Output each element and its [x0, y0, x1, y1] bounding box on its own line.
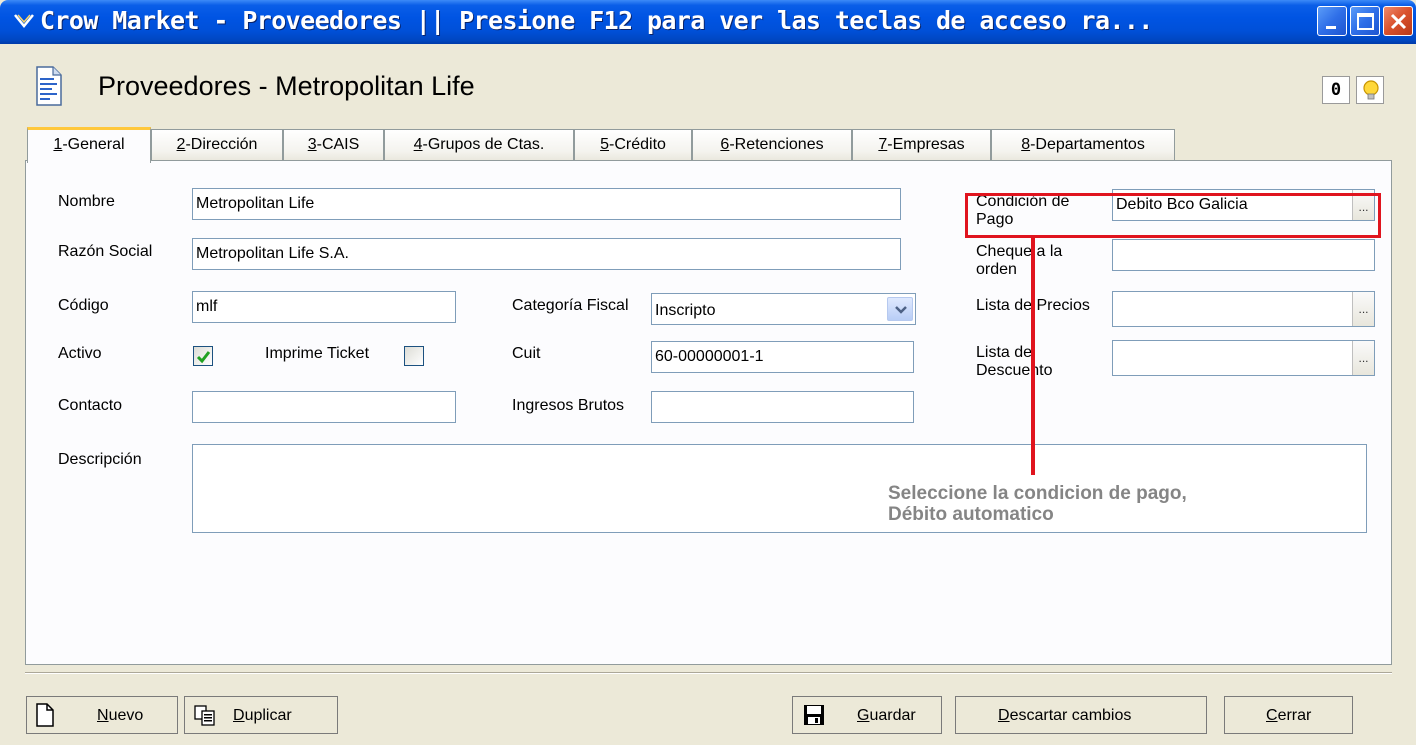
activo-checkbox[interactable] [193, 346, 213, 366]
lista-descuento-field[interactable]: ... [1112, 340, 1375, 376]
imprime-ticket-checkbox[interactable] [404, 346, 424, 366]
cuit-field[interactable]: 60-00000001-1 [651, 341, 914, 373]
codigo-value: mlf [196, 298, 218, 315]
nuevo-key: N [97, 707, 109, 724]
cerrar-button[interactable]: Cerrar [1224, 696, 1353, 734]
lista-descuento-lookup-button[interactable]: ... [1352, 341, 1374, 375]
categoria-fiscal-select[interactable]: Inscripto [651, 293, 916, 325]
maximize-icon [1357, 13, 1374, 30]
tab-label: -Crédito [609, 136, 666, 153]
tab-label: -Retenciones [729, 136, 824, 153]
tab-key: 5 [600, 136, 609, 153]
guardar-label: uardar [869, 707, 916, 724]
tab-retenciones[interactable]: 6-Retenciones [692, 129, 852, 161]
imprime-ticket-label: Imprime Ticket [265, 345, 370, 362]
cuit-value: 60-00000001-1 [655, 348, 764, 365]
annotation-pointer-line [1031, 238, 1035, 475]
tab-label: -CAIS [316, 136, 360, 153]
close-icon [1390, 13, 1407, 30]
ingresos-brutos-field[interactable] [651, 391, 914, 423]
paperclip-icon: 0 [1330, 80, 1342, 100]
annotation-line-2: Débito automatico [888, 504, 1054, 525]
tab-departamentos[interactable]: 8-Departamentos [991, 129, 1175, 161]
tab-key: 6 [720, 136, 730, 153]
descartar-cambios-button[interactable]: Descartar cambios [955, 696, 1207, 734]
contacto-field[interactable] [192, 391, 456, 423]
app-icon [14, 14, 34, 28]
duplicar-label: uplicar [244, 707, 292, 724]
lista-precios-lookup-button[interactable]: ... [1352, 292, 1374, 326]
tab-label: -Departamentos [1030, 136, 1145, 153]
annotation-line-1: Seleccione la condicion de pago, [888, 483, 1187, 504]
tab-direccion[interactable]: 2-Dirección [151, 129, 283, 161]
tab-general[interactable]: 1-General [27, 127, 151, 163]
tab-key: 3 [307, 136, 317, 153]
footer-separator [25, 672, 1392, 674]
activo-label: Activo [58, 345, 102, 362]
lightbulb-icon [1363, 80, 1379, 100]
save-icon [804, 705, 824, 725]
lista-precios-field[interactable]: ... [1112, 291, 1375, 327]
razon-social-label: Razón Social [58, 243, 153, 260]
razon-social-field[interactable]: Metropolitan Life S.A. [192, 238, 901, 270]
categoria-fiscal-value: Inscripto [655, 302, 716, 319]
minimize-icon [1326, 26, 1336, 29]
tab-key: 4 [413, 136, 423, 153]
tab-key: 1 [53, 136, 63, 153]
cheque-orden-field[interactable] [1112, 239, 1375, 271]
tab-label: -Grupos de Ctas. [422, 136, 545, 153]
annotation-text: Seleccione la condicion de pago, Débito … [888, 483, 1308, 525]
attachments-button[interactable]: 0 [1322, 76, 1350, 104]
tab-label: -General [62, 136, 125, 153]
guardar-button[interactable]: Guardar [792, 696, 942, 734]
duplicar-key: D [233, 707, 245, 724]
categoria-fiscal-label: Categoría Fiscal [512, 297, 629, 314]
tab-grupos-ctas[interactable]: 4-Grupos de Ctas. [384, 129, 574, 161]
tab-label: -Dirección [185, 136, 258, 153]
duplicar-button[interactable]: Duplicar [184, 696, 338, 734]
contacto-label: Contacto [58, 397, 123, 414]
copy-icon [194, 705, 215, 726]
nuevo-button[interactable]: Nuevo [26, 696, 178, 734]
descripcion-label: Descripción [58, 451, 142, 468]
cerrar-key: C [1266, 707, 1278, 724]
nombre-field[interactable]: Metropolitan Life [192, 188, 901, 220]
tab-label: -Empresas [887, 136, 965, 153]
close-button[interactable] [1383, 6, 1413, 36]
tab-empresas[interactable]: 7-Empresas [852, 129, 991, 161]
descartar-label: escartar cambios [1009, 707, 1132, 724]
new-document-icon [36, 703, 54, 727]
annotation-highlight-box [965, 193, 1381, 238]
nombre-value: Metropolitan Life [196, 195, 315, 212]
maximize-button[interactable] [1350, 6, 1380, 36]
razon-social-value: Metropolitan Life S.A. [196, 245, 349, 262]
guardar-key: G [857, 707, 870, 724]
cuit-label: Cuit [512, 345, 541, 362]
nuevo-label: uevo [108, 707, 144, 724]
chevron-down-icon[interactable] [887, 297, 913, 321]
nombre-label: Nombre [58, 193, 115, 210]
tips-button[interactable] [1356, 76, 1384, 104]
cerrar-label: errar [1277, 707, 1312, 724]
checkmark-icon [196, 351, 211, 364]
minimize-button[interactable] [1317, 6, 1347, 36]
tab-key: 7 [878, 136, 888, 153]
window-title: Crow Market - Proveedores || Presione F1… [40, 6, 1153, 35]
ingresos-brutos-label: Ingresos Brutos [512, 397, 625, 414]
page-title: Proveedores - Metropolitan Life [98, 71, 475, 101]
tab-credito[interactable]: 5-Crédito [574, 129, 692, 161]
document-icon [36, 66, 62, 106]
descartar-key: D [998, 707, 1010, 724]
codigo-field[interactable]: mlf [192, 291, 456, 323]
tab-key: 8 [1021, 136, 1031, 153]
codigo-label: Código [58, 297, 109, 314]
tab-cais[interactable]: 3-CAIS [283, 129, 384, 161]
cheque-orden-label: Cheque a la orden [976, 243, 1063, 278]
window-titlebar[interactable]: Crow Market - Proveedores || Presione F1… [0, 0, 1416, 44]
